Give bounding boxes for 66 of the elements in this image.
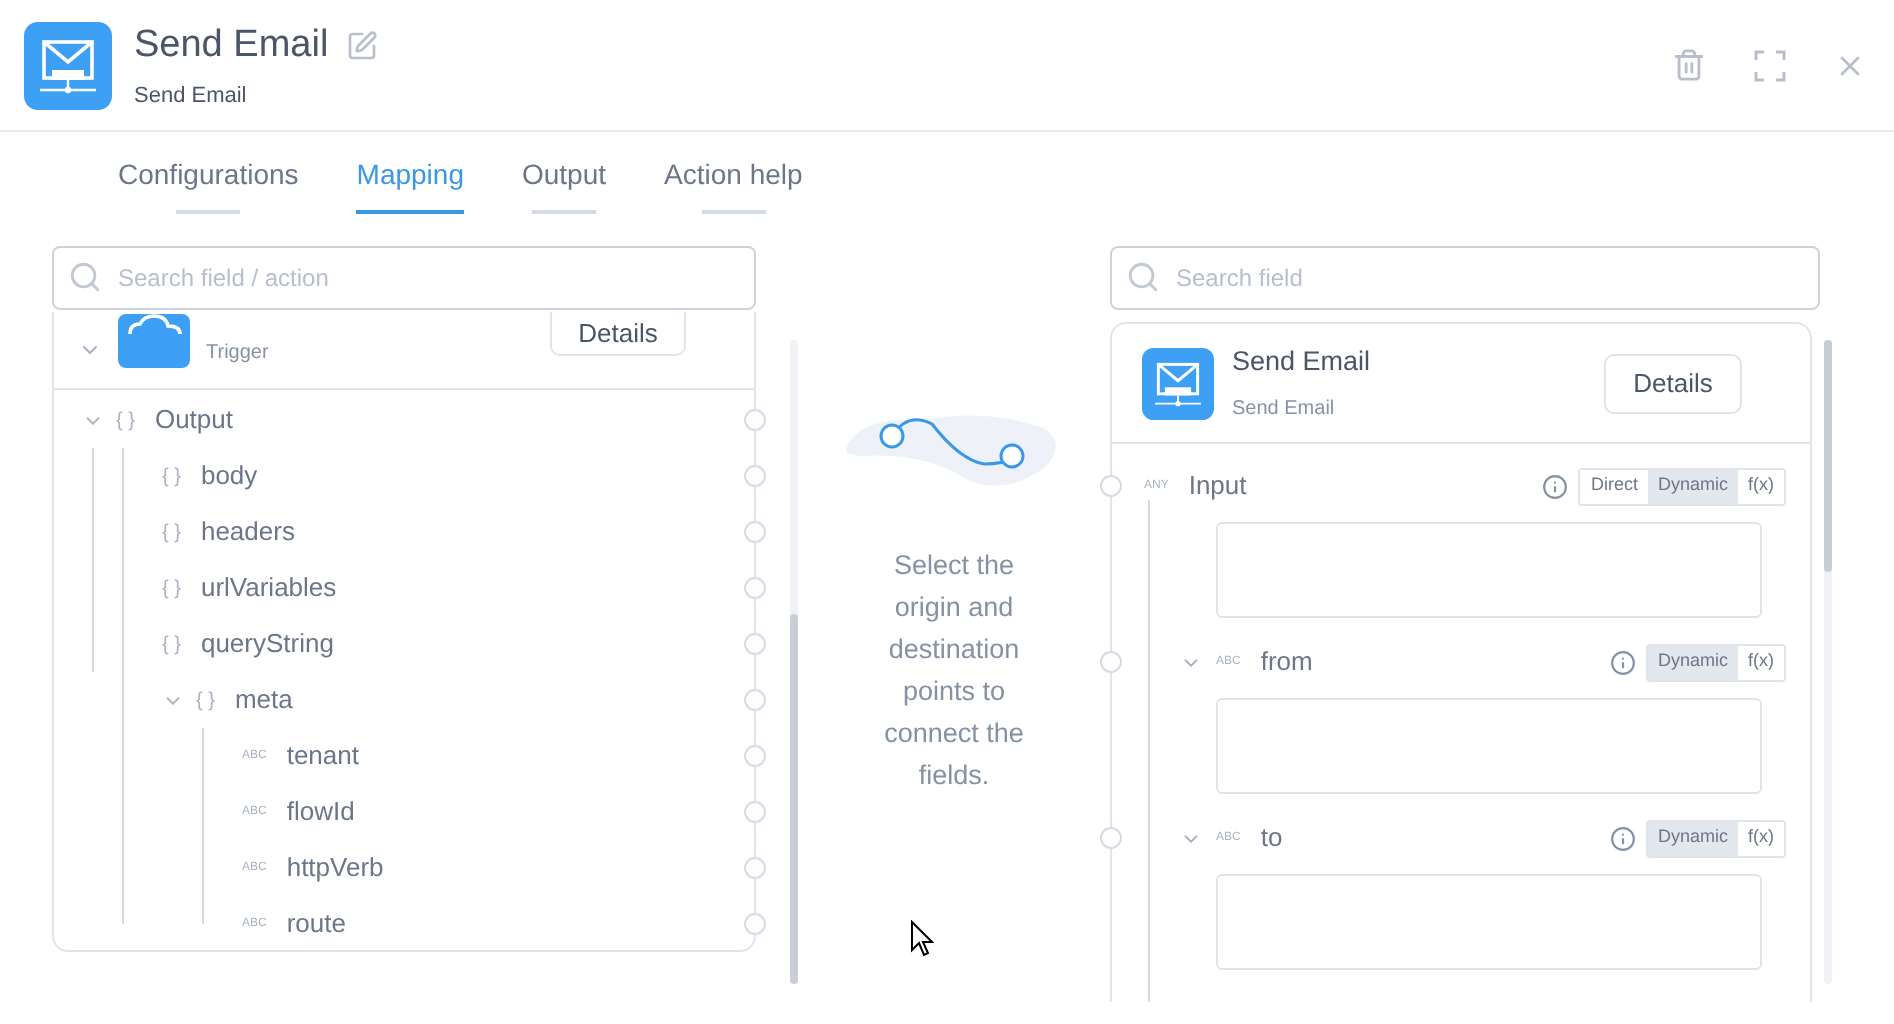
field-label: Input [1188, 468, 1247, 505]
trigger-subtitle: Trigger [206, 340, 269, 368]
connection-point[interactable] [744, 577, 766, 599]
action-title: Send Email [1232, 344, 1371, 381]
envelope-app-icon [1142, 347, 1214, 419]
connection-point[interactable] [744, 857, 766, 879]
window-subtitle: Send Email [134, 81, 249, 111]
connection-point[interactable] [744, 465, 766, 487]
details-button[interactable]: Details [1604, 353, 1742, 413]
info-icon[interactable] [1609, 649, 1636, 675]
details-button[interactable]: Details [550, 312, 686, 356]
info-icon[interactable] [1542, 473, 1569, 499]
tab[interactable]: Mapping [356, 154, 464, 194]
value-field[interactable] [1216, 874, 1762, 970]
value-field[interactable] [1216, 522, 1762, 618]
connection-point[interactable] [744, 409, 766, 431]
field-label: to [1260, 820, 1283, 857]
type-label: { } [162, 631, 181, 659]
connection-point[interactable] [744, 521, 766, 543]
field-label[interactable]: urlVariables [200, 568, 337, 608]
envelope-app-icon [24, 21, 112, 109]
type-label: { } [116, 407, 135, 435]
field-label[interactable]: httpVerb [286, 848, 384, 888]
connection-point[interactable] [744, 745, 766, 767]
tab[interactable]: Action help [664, 154, 803, 194]
connection-point[interactable] [1100, 475, 1122, 497]
type-label: { } [162, 575, 181, 603]
field-label[interactable]: tenant [286, 736, 359, 776]
field-label[interactable]: headers [200, 512, 295, 552]
mode-toggle[interactable]: Dynamic [1647, 645, 1738, 679]
field-label[interactable]: Output [154, 400, 233, 440]
mode-toggle[interactable]: Dynamic [1647, 469, 1738, 503]
connection-point[interactable] [744, 801, 766, 823]
field-label[interactable]: route [286, 904, 346, 944]
connection-point[interactable] [744, 633, 766, 655]
search-icon [1126, 260, 1160, 294]
mode-toggle[interactable]: Dynamic [1647, 821, 1738, 855]
connection-point[interactable] [1100, 651, 1122, 673]
search-icon [68, 260, 102, 294]
field-label[interactable]: flowId [286, 792, 355, 832]
info-icon[interactable] [1609, 825, 1636, 851]
type-label: { } [162, 463, 181, 491]
edit-icon[interactable] [346, 30, 379, 63]
type-label: { } [196, 687, 215, 715]
expand-icon[interactable] [1754, 49, 1786, 81]
delete-icon[interactable] [1672, 48, 1706, 82]
connection-point[interactable] [744, 689, 766, 711]
action-subtitle: Send Email [1232, 395, 1337, 424]
type-label: { } [162, 519, 181, 547]
field-label[interactable]: queryString [200, 624, 334, 664]
search-field[interactable]: Search field / action [52, 246, 756, 310]
search-field[interactable]: Search field [1110, 246, 1820, 310]
field-label[interactable]: body [200, 456, 258, 496]
tab[interactable]: Output [521, 154, 607, 194]
mouse-cursor-icon [910, 920, 934, 958]
cloud-app-icon [118, 314, 190, 368]
window-title: Send Email [134, 22, 329, 70]
tab[interactable]: Configurations [118, 154, 299, 194]
value-field[interactable] [1216, 698, 1762, 794]
connection-point[interactable] [744, 913, 766, 935]
connection-point[interactable] [1100, 827, 1122, 849]
scrollbar[interactable] [790, 340, 798, 984]
field-label[interactable]: meta [234, 680, 293, 720]
scrollbar[interactable] [1824, 340, 1832, 984]
field-label: from [1260, 644, 1313, 681]
mapping-hint: Select the origin and destination points to connect the fields. [882, 548, 1026, 794]
